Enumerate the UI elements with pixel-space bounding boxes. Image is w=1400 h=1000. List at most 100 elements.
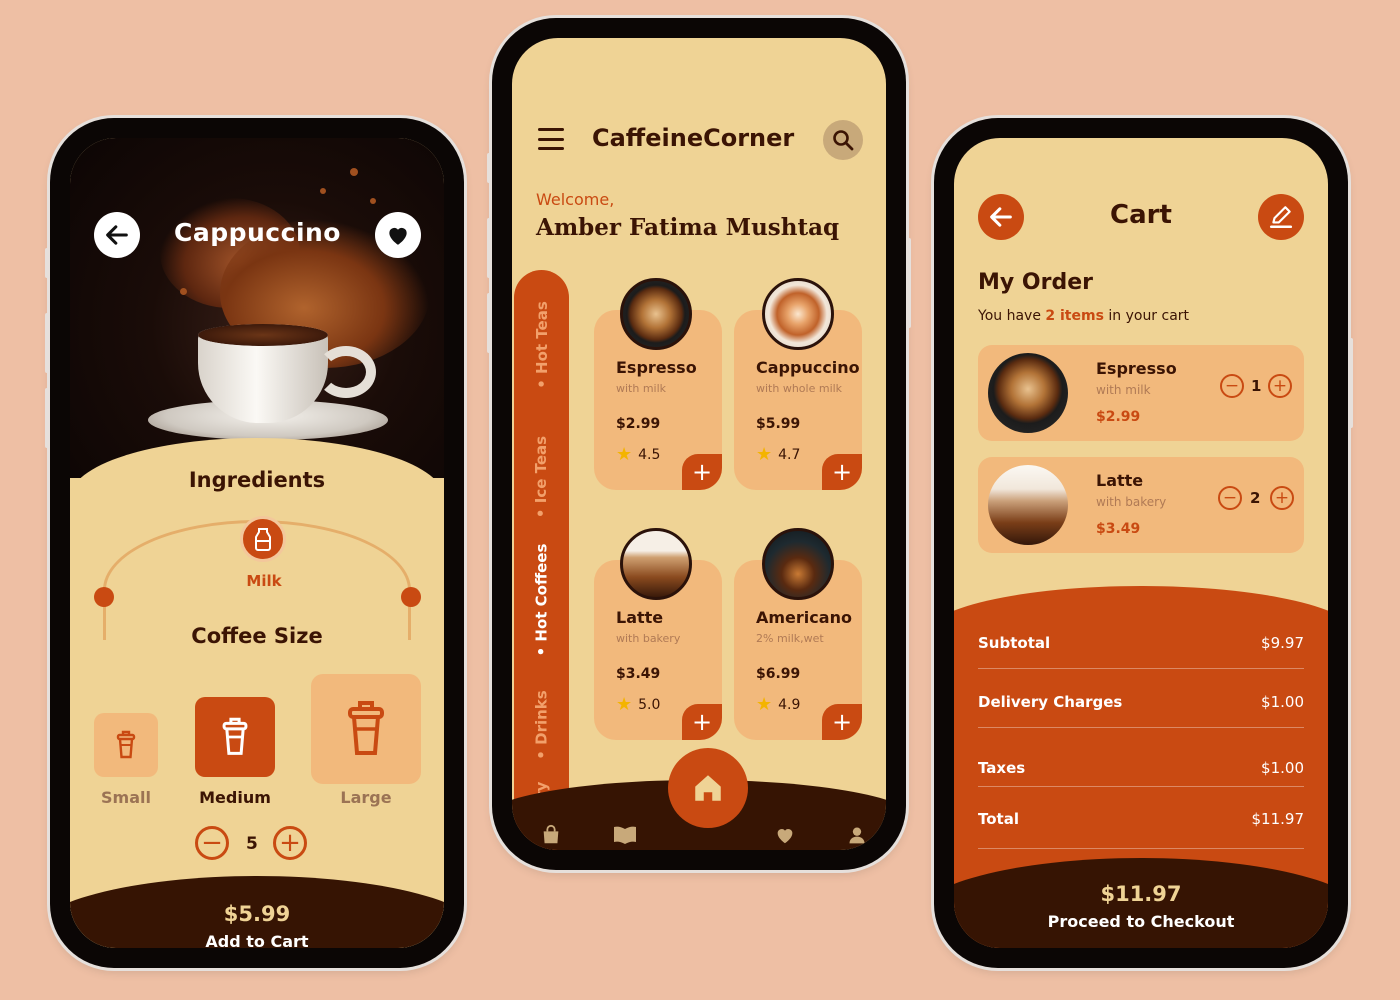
detail-body: Ingredients Milk Coffee Size Small Mediu… (70, 438, 444, 948)
size-large-label: Large (340, 788, 392, 807)
product-price: $5.99 (756, 416, 801, 432)
side-button (1348, 338, 1353, 428)
summary-label: Subtotal (978, 634, 1051, 652)
latte-image (988, 465, 1068, 545)
add-button[interactable]: + (682, 454, 722, 490)
category-label: • Drinks (532, 690, 551, 760)
item-decrease-button[interactable]: − (1220, 374, 1244, 398)
size-large-button[interactable] (311, 674, 421, 784)
nav-profile-button[interactable] (844, 822, 870, 848)
back-button[interactable] (94, 212, 140, 258)
rating-value: 4.5 (638, 446, 661, 463)
app-title: CaffeineCorner (592, 124, 795, 152)
quantity-increase-button[interactable]: + (273, 826, 307, 860)
summary-value: $1.00 (1261, 693, 1304, 711)
item-decrease-button[interactable]: − (1218, 486, 1242, 510)
item-sub: with bakery (1096, 495, 1167, 509)
coffee-size-title: Coffee Size (191, 624, 323, 648)
side-button (45, 388, 50, 448)
item-count: 2 items (1045, 308, 1104, 324)
checkout-bar[interactable]: $11.97 Proceed to Checkout (954, 858, 1328, 948)
product-sub: with bakery (616, 632, 681, 645)
cappuccino-image (762, 278, 834, 350)
category-drinks[interactable]: • Drinks (514, 680, 569, 770)
profile-icon (849, 827, 865, 844)
size-medium-label: Medium (199, 788, 271, 807)
product-name: Americano (756, 608, 852, 627)
ingredients-title: Ingredients (188, 468, 326, 492)
summary-value: $9.97 (1261, 634, 1304, 652)
item-increase-button[interactable]: + (1268, 374, 1292, 398)
search-icon (833, 130, 854, 151)
arc-endpoint-right (401, 587, 421, 607)
espresso-image (620, 278, 692, 350)
category-label: • Hot Coffees (532, 543, 551, 657)
heart-icon (389, 227, 407, 245)
divider (978, 786, 1304, 787)
item-name: Espresso (1096, 359, 1177, 378)
favorite-button[interactable] (375, 212, 421, 258)
add-button[interactable]: + (822, 704, 862, 740)
coffee-drop (180, 288, 187, 295)
cup-handle (316, 346, 376, 398)
add-to-cart-bar[interactable]: $5.99 Add to Cart (70, 876, 444, 948)
americano-image (762, 528, 834, 600)
category-text: Ice Teas (532, 435, 551, 504)
size-medium-button[interactable] (195, 697, 275, 777)
cart-item-latte[interactable]: Latte with bakery $3.49 − 2 + (978, 457, 1304, 553)
edit-button[interactable] (1258, 194, 1304, 240)
star-icon: ★ (616, 694, 633, 715)
cart-item-espresso[interactable]: Espresso with milk $2.99 − 1 + (978, 345, 1304, 441)
cart-screen: Cart My Order You have 2 items in your c… (954, 138, 1328, 948)
divider (978, 668, 1304, 669)
quantity-decrease-button[interactable]: − (195, 826, 229, 860)
side-button (45, 248, 50, 278)
product-sub: with whole milk (756, 382, 843, 395)
product-rating: ★ 5.0 (616, 694, 660, 715)
ingredient-milk-button[interactable] (240, 516, 286, 562)
star-icon: ★ (756, 694, 773, 715)
product-price: $3.49 (616, 666, 661, 682)
edit-icon (1269, 206, 1293, 229)
summary-row-subtotal: Subtotal $9.97 (978, 634, 1304, 664)
star-icon: ★ (756, 444, 773, 465)
order-heading: My Order (978, 270, 1093, 295)
category-hot-coffees[interactable]: • Hot Coffees (514, 535, 569, 665)
cup-icon (116, 730, 136, 759)
item-price: $3.49 (1096, 521, 1141, 537)
nav-menu-button[interactable] (612, 822, 638, 848)
summary-value: $1.00 (1261, 759, 1304, 777)
cup-icon (222, 717, 248, 755)
nav-home-button[interactable] (668, 748, 748, 828)
side-button (487, 218, 492, 278)
hero-image (70, 138, 444, 478)
coffee-drop (370, 198, 376, 204)
summary-row-total: Total $11.97 (978, 810, 1304, 840)
add-button[interactable]: + (682, 704, 722, 740)
summary-row-taxes: Taxes $1.00 (978, 759, 1304, 789)
summary-prefix: You have (978, 308, 1041, 324)
category-text: Hot Teas (532, 301, 551, 374)
menu-button[interactable] (538, 128, 564, 150)
order-summary-text: You have 2 items in your cart (978, 308, 1189, 324)
coffee-drop (350, 168, 358, 176)
welcome-label: Welcome, (536, 190, 615, 209)
search-button[interactable] (823, 120, 863, 160)
hamburger-line (538, 147, 564, 150)
add-to-cart-button[interactable]: Add to Cart (70, 932, 444, 948)
user-name: Amber Fatima Mushtaq (536, 214, 840, 241)
item-increase-button[interactable]: + (1270, 486, 1294, 510)
nav-favorites-button[interactable] (772, 822, 798, 848)
nav-bag-button[interactable] (538, 822, 564, 848)
cart-phone: Cart My Order You have 2 items in your c… (934, 118, 1353, 968)
category-hot-teas[interactable]: • Hot Teas (514, 290, 569, 400)
summary-value: $11.97 (1251, 810, 1305, 828)
product-name: Latte (616, 608, 664, 627)
home-icon (695, 775, 721, 801)
category-ice-teas[interactable]: • Ice Teas (514, 422, 569, 532)
size-small-button[interactable] (94, 713, 158, 777)
summary-row-delivery: Delivery Charges $1.00 (978, 693, 1304, 723)
checkout-button[interactable]: Proceed to Checkout (954, 912, 1328, 931)
espresso-image (988, 353, 1068, 433)
add-button[interactable]: + (822, 454, 862, 490)
